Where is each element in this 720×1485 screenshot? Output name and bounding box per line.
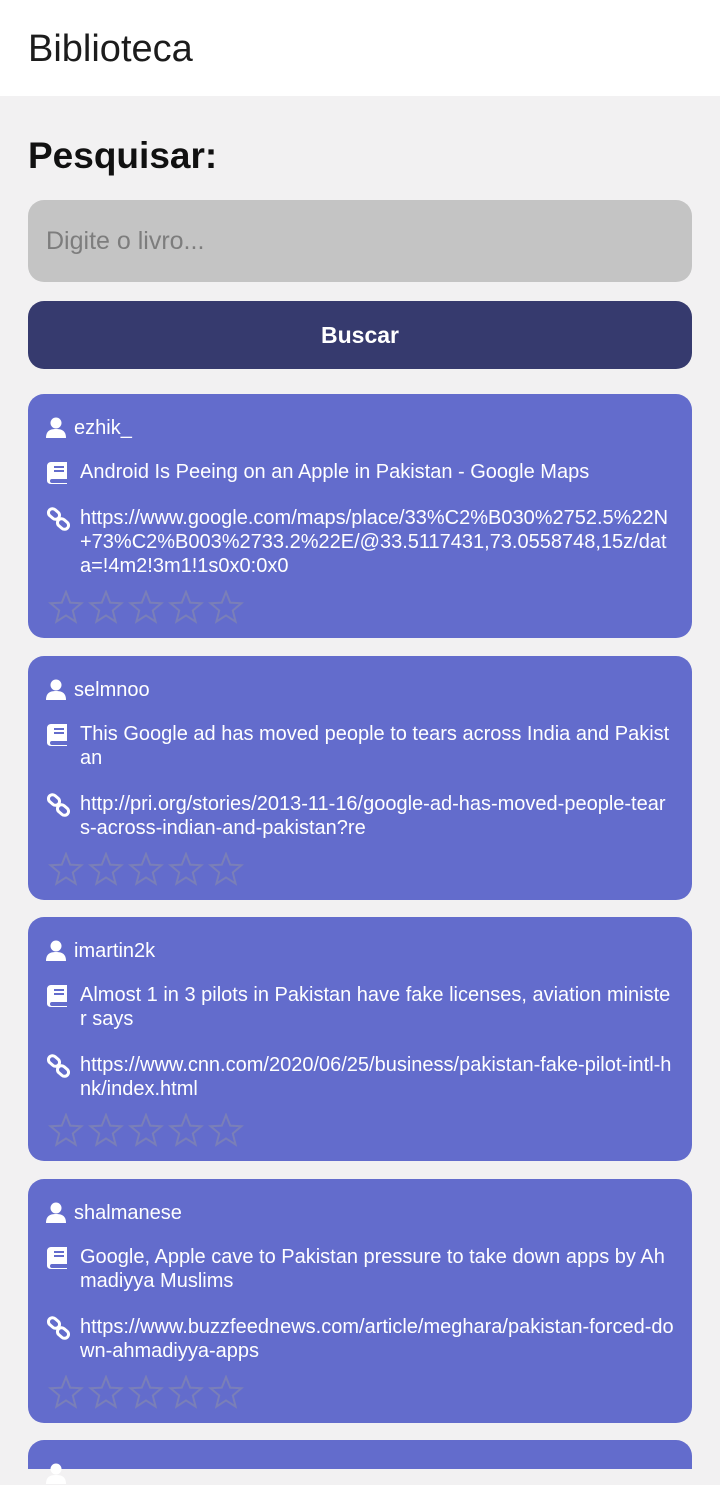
star-outline-icon[interactable] (127, 1112, 165, 1147)
result-title-row: This Google ad has moved people to tears… (46, 722, 674, 770)
star-outline-icon[interactable] (87, 1112, 125, 1147)
app-bar: Biblioteca (0, 0, 720, 96)
result-card[interactable]: shalmanese Google, Apple cave to Pakistan… (28, 1179, 692, 1423)
result-user-row: selmnoo (46, 678, 674, 702)
result-title-row: Almost 1 in 3 pilots in Pakistan have fa… (46, 983, 674, 1031)
result-link[interactable]: https://www.buzzfeednews.com/article/meg… (80, 1315, 674, 1363)
star-outline-icon[interactable] (87, 851, 125, 886)
result-link-row[interactable]: https://www.buzzfeednews.com/article/meg… (46, 1315, 674, 1363)
result-user: imartin2k (74, 940, 156, 962)
star-outline-icon[interactable] (167, 851, 205, 886)
star-rating[interactable] (47, 1374, 245, 1409)
search-heading: Pesquisar: (28, 135, 218, 176)
star-outline-icon[interactable] (207, 851, 245, 886)
result-user: shalmanese (74, 1202, 182, 1224)
result-user: ezhik_ (74, 417, 132, 439)
search-button[interactable]: Buscar (28, 301, 692, 369)
star-outline-icon[interactable] (87, 1374, 125, 1409)
user-icon (46, 1201, 72, 1224)
book-icon (46, 722, 72, 747)
result-title: Almost 1 in 3 pilots in Pakistan have fa… (80, 984, 671, 1030)
book-icon (46, 460, 72, 485)
user-icon (46, 1462, 72, 1485)
result-link-row[interactable]: https://www.cnn.com/2020/06/25/business/… (46, 1053, 674, 1101)
app-title: Biblioteca (28, 28, 193, 70)
star-outline-icon[interactable] (167, 1112, 205, 1147)
link-icon (46, 792, 72, 819)
result-user-row: shalmanese (46, 1201, 674, 1225)
result-card[interactable]: selmnoo This Google ad has moved people t… (28, 656, 692, 900)
link-icon (46, 506, 72, 533)
result-user-row: ezhik_ (46, 416, 674, 440)
book-icon (46, 983, 72, 1008)
user-icon (46, 678, 72, 701)
result-user-row: imartin2k (46, 939, 674, 963)
result-link[interactable]: http://pri.org/stories/2013-11-16/google… (80, 792, 674, 840)
result-card[interactable] (28, 1440, 692, 1484)
star-outline-icon[interactable] (47, 851, 85, 886)
result-link[interactable]: https://www.cnn.com/2020/06/25/business/… (80, 1053, 674, 1101)
result-title: Android Is Peeing on an Apple in Pakista… (80, 461, 590, 483)
book-icon (46, 1245, 72, 1270)
search-input[interactable] (28, 200, 692, 282)
result-link[interactable]: https://www.google.com/maps/place/33%C2%… (80, 506, 674, 578)
star-outline-icon[interactable] (127, 589, 165, 624)
star-outline-icon[interactable] (127, 1374, 165, 1409)
star-outline-icon[interactable] (207, 1112, 245, 1147)
star-outline-icon[interactable] (167, 1374, 205, 1409)
star-rating[interactable] (47, 851, 245, 886)
link-icon (46, 1053, 72, 1080)
user-icon (46, 416, 72, 439)
star-outline-icon[interactable] (207, 589, 245, 624)
result-title: This Google ad has moved people to tears… (80, 723, 670, 769)
star-outline-icon[interactable] (207, 1374, 245, 1409)
link-icon (46, 1315, 72, 1342)
result-title: Google, Apple cave to Pakistan pressure … (80, 1246, 665, 1292)
result-card[interactable]: ezhik_ Android Is Peeing on an Apple in P… (28, 394, 692, 638)
star-rating[interactable] (47, 1112, 245, 1147)
user-icon (46, 939, 72, 962)
result-user: selmnoo (74, 679, 150, 701)
result-title-row: Android Is Peeing on an Apple in Pakista… (46, 460, 674, 485)
star-outline-icon[interactable] (87, 589, 125, 624)
star-outline-icon[interactable] (47, 1374, 85, 1409)
star-outline-icon[interactable] (47, 589, 85, 624)
result-link-row[interactable]: https://www.google.com/maps/place/33%C2%… (46, 506, 674, 578)
result-card[interactable]: imartin2k Almost 1 in 3 pilots in Pakista… (28, 917, 692, 1161)
star-rating[interactable] (47, 589, 245, 624)
star-outline-icon[interactable] (127, 851, 165, 886)
star-outline-icon[interactable] (167, 589, 205, 624)
star-outline-icon[interactable] (47, 1112, 85, 1147)
result-link-row[interactable]: http://pri.org/stories/2013-11-16/google… (46, 792, 674, 840)
result-title-row: Google, Apple cave to Pakistan pressure … (46, 1245, 674, 1293)
